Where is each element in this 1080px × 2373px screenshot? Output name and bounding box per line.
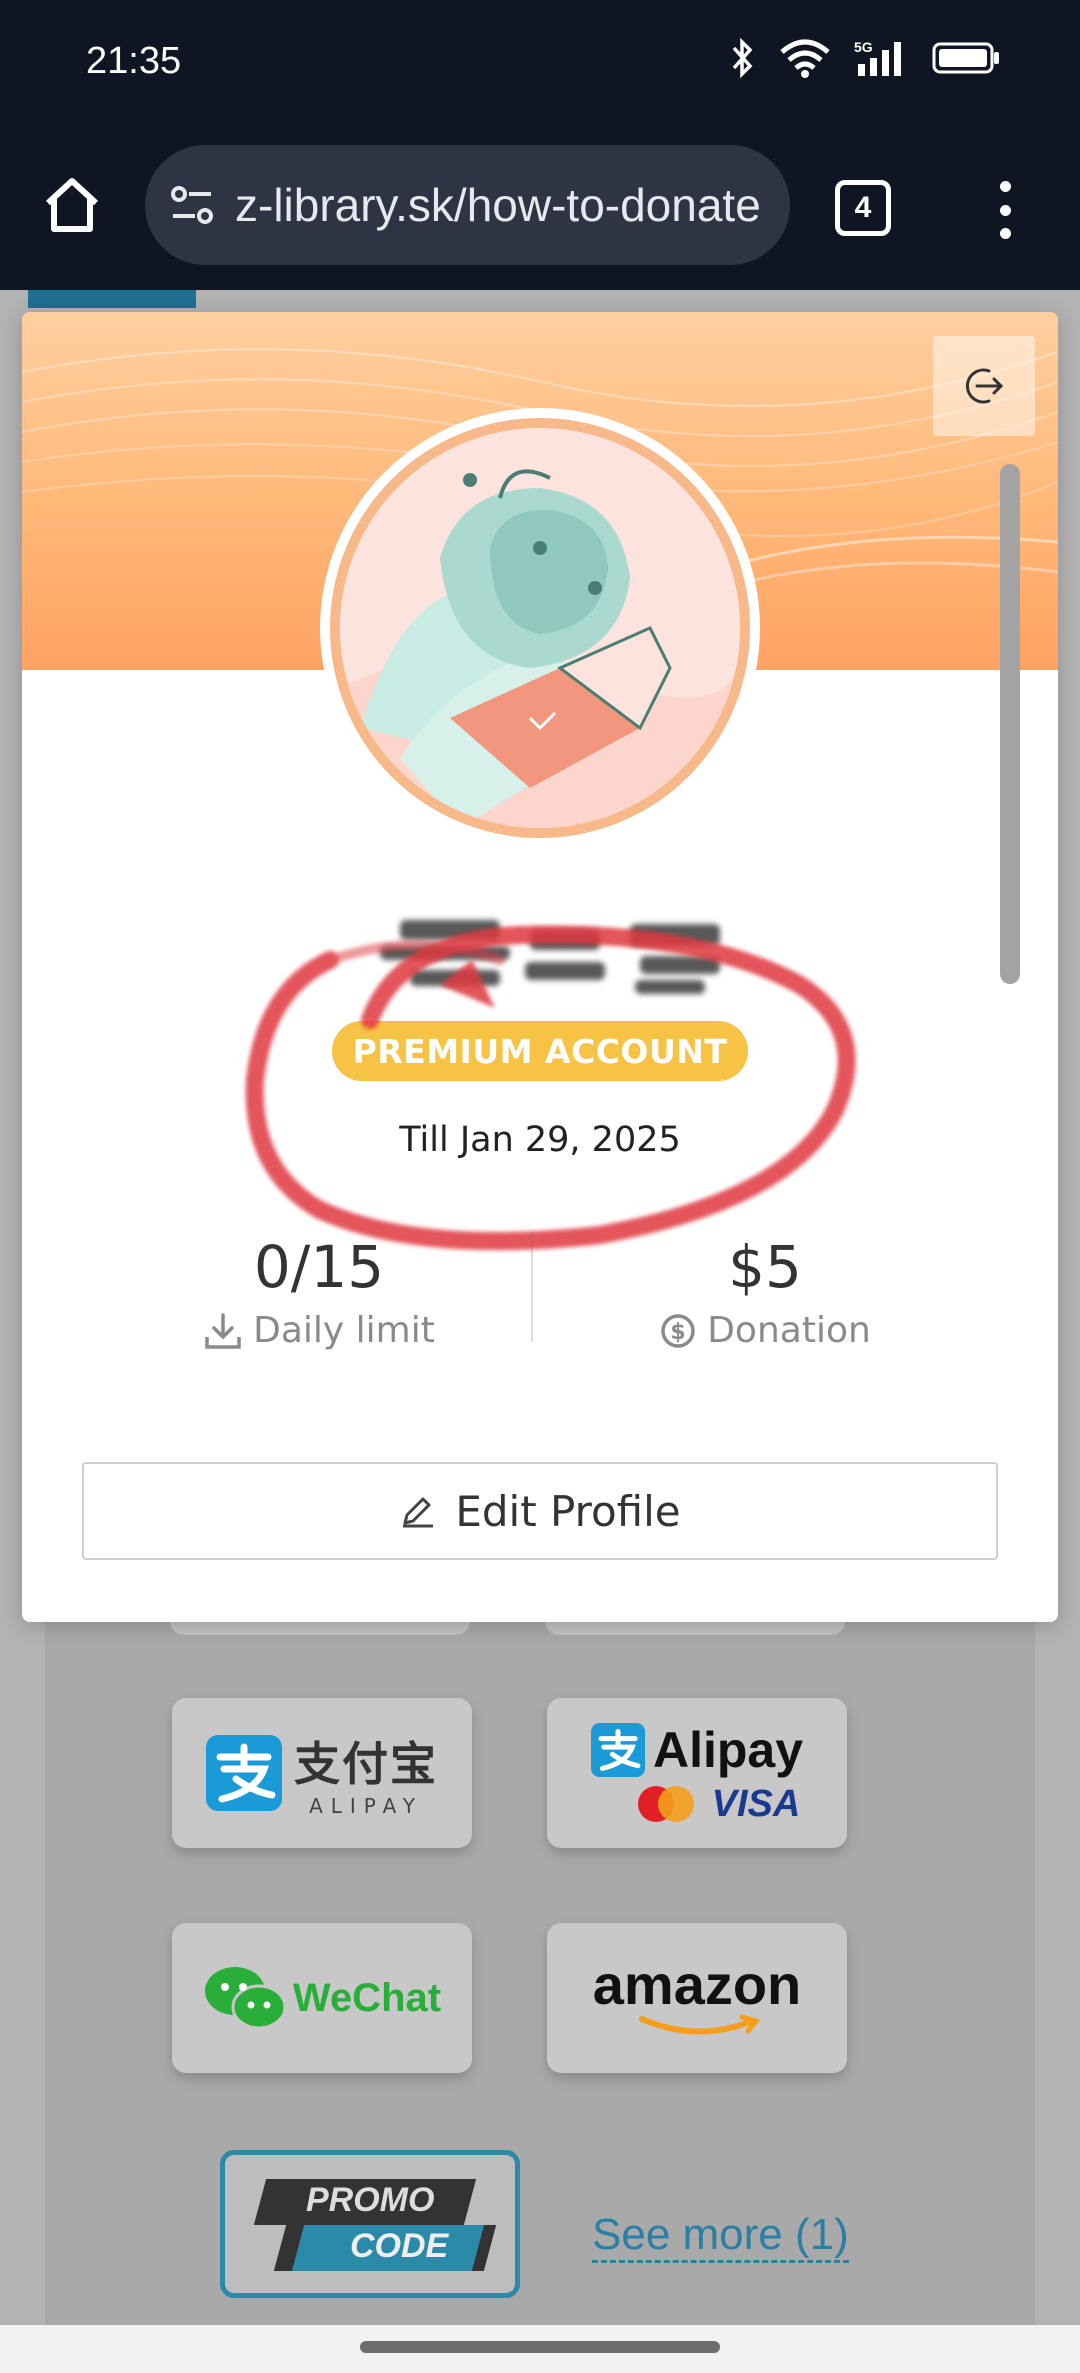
wechat-button[interactable]: WeChat — [172, 1923, 472, 2073]
dollar-coin-icon: $ — [661, 1313, 695, 1348]
cellular-signal-icon: 5G — [854, 39, 901, 76]
download-icon — [205, 1312, 241, 1349]
alipay-cn-latin: ALIPAY — [309, 1794, 423, 1818]
see-more-link[interactable]: See more (1) — [592, 2210, 849, 2263]
home-icon — [45, 178, 99, 232]
amazon-button[interactable]: amazon — [547, 1923, 847, 2073]
profile-scrollbar[interactable] — [1000, 464, 1020, 984]
tab-switcher-button[interactable]: 4 — [835, 180, 891, 236]
promo-line-1: PROMO — [306, 2181, 435, 2219]
daily-limit-label: Daily limit — [253, 1310, 435, 1351]
daily-limit-stat: 0/15 Daily limit — [149, 1232, 489, 1351]
alipay-cn-chars: 支付宝 — [294, 1737, 438, 1791]
logout-icon — [966, 368, 1004, 404]
url-text: z-library.sk/how-to-donate — [235, 179, 761, 231]
robot-reading-illustration — [340, 428, 740, 828]
profile-card: PREMIUM ACCOUNT Till Jan 29, 2025 0/15 D… — [22, 312, 1058, 1622]
edit-profile-button[interactable]: Edit Profile — [82, 1462, 998, 1560]
network-label: 5G — [854, 39, 873, 55]
wifi-icon — [780, 39, 830, 78]
amazon-label: amazon — [592, 1953, 802, 2016]
stats-divider — [531, 1232, 533, 1342]
site-settings-icon[interactable] — [167, 180, 217, 230]
status-icons: 5G — [730, 38, 1000, 78]
donation-label: Donation — [707, 1310, 871, 1351]
alipay-intl-button[interactable]: Alipay VISA — [547, 1698, 847, 1848]
premium-expiry-date: Till Jan 29, 2025 — [399, 1120, 681, 1160]
svg-text:$: $ — [671, 1320, 686, 1345]
wechat-icon — [204, 1967, 287, 2030]
visa-label: VISA — [711, 1782, 801, 1825]
status-time: 21:35 — [86, 40, 182, 82]
gesture-nav-bar — [0, 2325, 1080, 2373]
edit-profile-label: Edit Profile — [455, 1486, 681, 1536]
profile-stats: 0/15 Daily limit $5 $ Donation — [22, 1232, 1058, 1352]
username-redacted — [380, 920, 720, 994]
premium-account-badge: PREMIUM ACCOUNT — [332, 1021, 748, 1081]
browser-toolbar: z-library.sk/how-to-donate 4 — [0, 125, 1080, 290]
browser-menu-button[interactable] — [990, 175, 1020, 245]
avatar[interactable] — [320, 408, 760, 848]
home-button[interactable] — [40, 173, 104, 237]
alipay-logo-icon — [206, 1735, 282, 1811]
wechat-label: WeChat — [292, 1975, 442, 2020]
alipay-cn-button[interactable]: 支付宝 ALIPAY — [172, 1698, 472, 1848]
address-bar[interactable]: z-library.sk/how-to-donate — [145, 145, 790, 265]
battery-icon — [932, 42, 999, 74]
status-bar: 21:35 5G — [0, 0, 1080, 125]
page-header-accent — [28, 290, 196, 308]
logout-button[interactable] — [933, 336, 1035, 436]
amazon-smile-icon — [639, 2014, 761, 2035]
donation-stat: $5 $ Donation — [595, 1232, 935, 1351]
home-gesture-handle[interactable] — [360, 2341, 720, 2353]
donation-value: $5 — [728, 1233, 802, 1301]
bluetooth-icon — [732, 38, 753, 78]
alipay-intl-label: Alipay — [652, 1721, 804, 1778]
mastercard-icon — [637, 1786, 694, 1822]
promo-code-button[interactable]: PROMO CODE — [220, 2150, 520, 2298]
daily-limit-value: 0/15 — [253, 1233, 385, 1301]
alipay-logo-icon — [590, 1722, 645, 1777]
pencil-icon — [403, 1497, 434, 1528]
promo-line-2: CODE — [350, 2227, 449, 2265]
